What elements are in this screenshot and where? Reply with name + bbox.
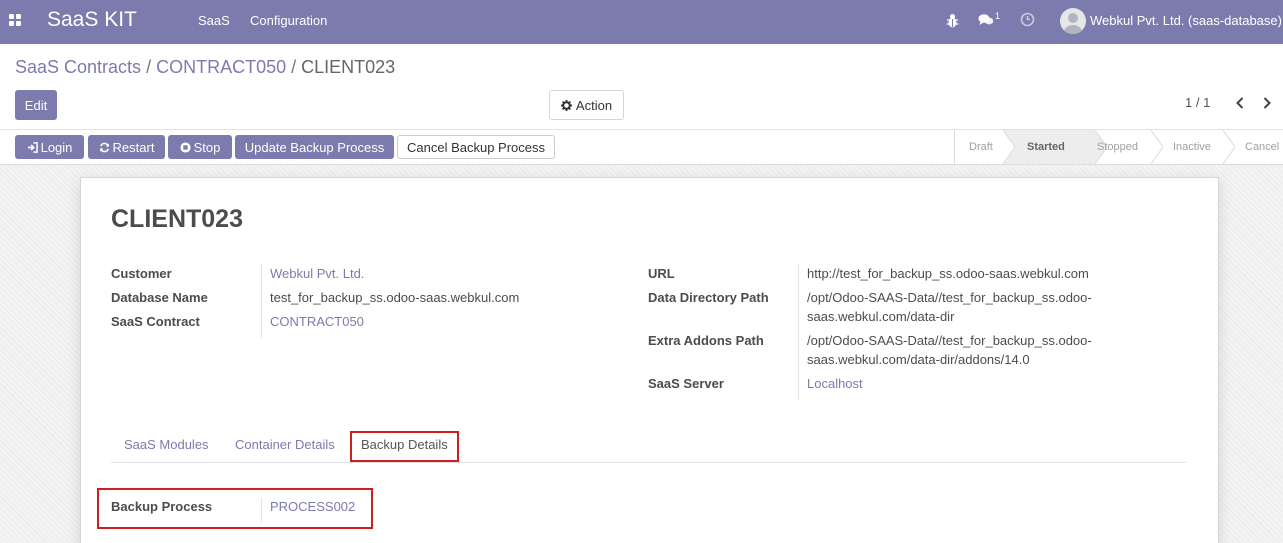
breadcrumb-current: CLIENT023 xyxy=(301,57,396,77)
saas-contract-label: SaaS Contract xyxy=(111,314,200,329)
stage-started[interactable]: Started xyxy=(1027,130,1065,164)
update-backup-process-button[interactable]: Update Backup Process xyxy=(235,135,394,159)
highlight-box-backup-tab xyxy=(350,431,459,462)
stop-button-label: Stop xyxy=(193,139,221,155)
menu-saas[interactable]: SaaS xyxy=(198,13,230,28)
app-brand[interactable]: SaaS KIT xyxy=(47,8,137,32)
chat-icon[interactable] xyxy=(978,13,994,27)
stop-icon xyxy=(180,141,191,153)
stage-inactive[interactable]: Inactive xyxy=(1173,130,1211,164)
chat-count-badge: 1 xyxy=(995,11,1001,21)
tab-underline xyxy=(111,462,1186,463)
url-label: URL xyxy=(648,266,675,281)
status-stages: Draft Started Stopped Inactive Cancel xyxy=(954,130,1283,164)
breadcrumb: SaaS Contracts / CONTRACT050/CLIENT023 xyxy=(15,57,395,78)
refresh-icon xyxy=(99,142,109,152)
bug-icon[interactable] xyxy=(946,13,959,29)
extra-addons-path-line-2: saas.webkul.com/data-dir/addons/14.0 xyxy=(807,352,1030,367)
login-button[interactable]: Login xyxy=(15,135,84,159)
action-button[interactable]: Action xyxy=(549,90,624,120)
data-directory-path-label: Data Directory Path xyxy=(648,290,769,305)
stage-stopped[interactable]: Stopped xyxy=(1097,130,1138,164)
extra-addons-path-label: Extra Addons Path xyxy=(648,333,764,348)
control-panel: SaaS Contracts / CONTRACT050/CLIENT023 Edi… xyxy=(0,44,1283,130)
field-separator xyxy=(261,264,262,338)
breadcrumb-separator: / xyxy=(291,57,297,77)
user-silhouette-icon xyxy=(1064,13,1082,34)
breadcrumb-item-saas-contracts[interactable]: SaaS Contracts xyxy=(15,57,141,77)
data-directory-path-line-2: saas.webkul.com/data-dir xyxy=(807,309,955,324)
clock-icon[interactable] xyxy=(1020,12,1035,27)
apps-menu-icon[interactable] xyxy=(9,14,21,26)
gear-icon xyxy=(560,99,572,111)
extra-addons-path-line-1: /opt/Odoo-SAAS-Data//test_for_backup_ss.… xyxy=(807,333,1092,348)
customer-label: Customer xyxy=(111,266,172,281)
field-separator xyxy=(798,264,799,400)
highlight-box-backup-process xyxy=(97,488,373,529)
stage-cancel[interactable]: Cancel xyxy=(1245,130,1279,164)
sign-in-icon xyxy=(27,141,38,153)
pager-value[interactable]: 1 / 1 xyxy=(1185,95,1210,110)
data-directory-path-line-1: /opt/Odoo-SAAS-Data//test_for_backup_ss.… xyxy=(807,290,1092,305)
cancel-backup-process-button[interactable]: Cancel Backup Process xyxy=(397,135,555,159)
stage-separator-icon xyxy=(1003,130,1015,164)
action-button-label: Action xyxy=(575,97,613,113)
stop-button[interactable]: Stop xyxy=(168,135,232,159)
url-value: http://test_for_backup_ss.odoo-saas.webk… xyxy=(807,266,1089,281)
customer-link[interactable]: Webkul Pvt. Ltd. xyxy=(270,264,364,283)
menu-configuration[interactable]: Configuration xyxy=(250,13,327,28)
login-button-label: Login xyxy=(40,139,73,155)
edit-button[interactable]: Edit xyxy=(15,90,57,120)
stage-draft[interactable]: Draft xyxy=(969,130,993,164)
breadcrumb-separator: / xyxy=(146,57,152,77)
restart-button-label: Restart xyxy=(112,139,155,155)
user-menu[interactable]: Webkul Pvt. Ltd. (saas-database) xyxy=(1090,13,1282,28)
chevron-right-icon[interactable] xyxy=(1261,96,1273,110)
database-name-value: test_for_backup_ss.odoo-saas.webkul.com xyxy=(270,290,520,305)
saas-server-label: SaaS Server xyxy=(648,376,724,391)
stage-separator-icon xyxy=(1223,130,1235,164)
database-name-label: Database Name xyxy=(111,290,208,305)
restart-button[interactable]: Restart xyxy=(88,135,165,159)
saas-server-link[interactable]: Localhost xyxy=(807,374,863,393)
saas-contract-link[interactable]: CONTRACT050 xyxy=(270,312,364,331)
record-title: CLIENT023 xyxy=(111,205,243,233)
status-bar: Login Restart Stop Update Backup Process… xyxy=(0,130,1283,165)
tab-container-details[interactable]: Container Details xyxy=(235,437,335,452)
breadcrumb-item-contract[interactable]: CONTRACT050 xyxy=(156,57,286,77)
chevron-left-icon[interactable] xyxy=(1234,96,1246,110)
stage-separator-icon xyxy=(1151,130,1163,164)
tab-saas-modules[interactable]: SaaS Modules xyxy=(124,437,209,452)
top-navbar: SaaS KIT SaaS Configuration 1 Webkul Pvt… xyxy=(0,0,1283,44)
avatar[interactable] xyxy=(1060,8,1086,34)
